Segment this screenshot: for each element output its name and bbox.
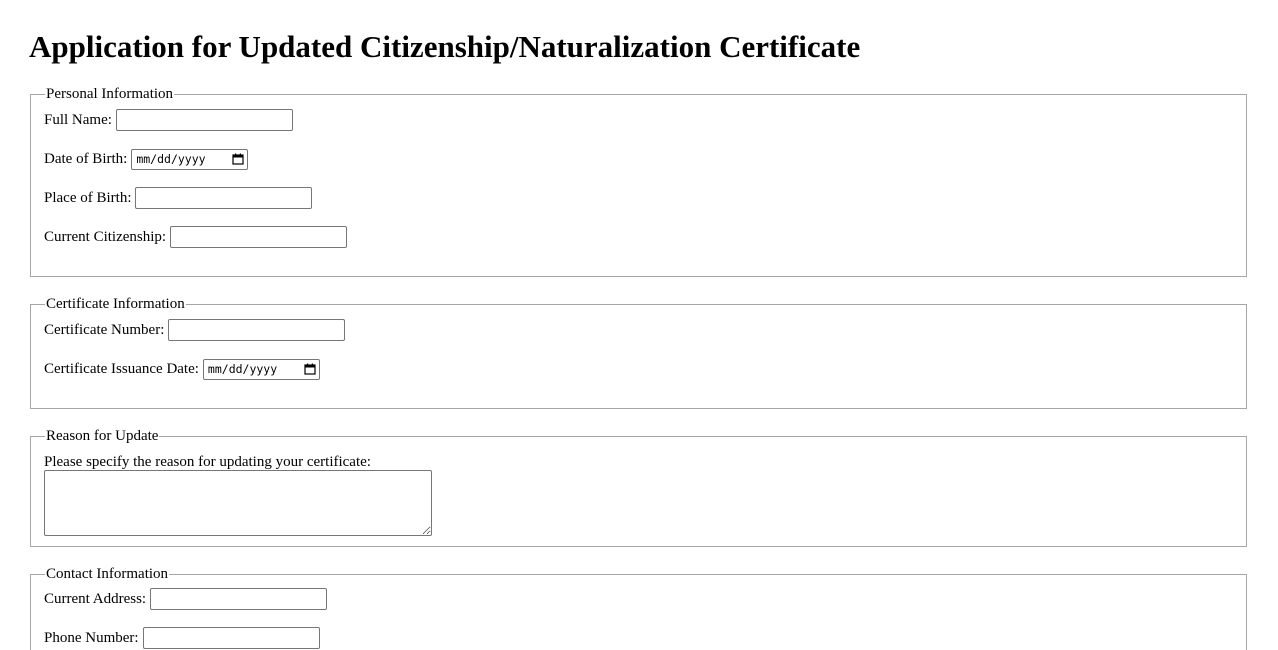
certificate-number-input[interactable] xyxy=(168,319,346,341)
current-address-input[interactable] xyxy=(150,588,328,610)
calendar-icon[interactable] xyxy=(232,153,244,165)
certificate-issuance-date-row: Certificate Issuance Date: mm/dd/yyyy xyxy=(44,358,320,380)
date-of-birth-row: Date of Birth: mm/dd/yyyy xyxy=(44,148,249,170)
current-address-row: Current Address: xyxy=(44,588,328,610)
phone-number-input[interactable] xyxy=(142,627,320,649)
certificate-issuance-date-value: mm/dd/yyyy xyxy=(207,362,278,376)
reason-for-update-legend: Reason for Update xyxy=(45,427,160,445)
calendar-icon[interactable] xyxy=(304,363,316,375)
certificate-issuance-date-label: Certificate Issuance Date: xyxy=(44,361,199,377)
reason-prompt-label: Please specify the reason for updating y… xyxy=(44,454,371,470)
date-of-birth-value: mm/dd/yyyy xyxy=(136,152,206,166)
reason-textarea[interactable] xyxy=(44,470,432,536)
full-name-label: Full Name: xyxy=(44,112,112,128)
certificate-information-fieldset: Certificate Information Certificate Numb… xyxy=(30,295,1247,409)
certificate-issuance-date-input[interactable]: mm/dd/yyyy xyxy=(202,358,320,380)
place-of-birth-input[interactable] xyxy=(135,187,313,209)
current-citizenship-label: Current Citizenship: xyxy=(44,229,167,245)
phone-number-label: Phone Number: xyxy=(44,630,139,646)
certificate-number-label: Certificate Number: xyxy=(44,322,165,338)
current-citizenship-row: Current Citizenship: xyxy=(44,226,348,248)
full-name-row: Full Name: xyxy=(44,109,293,131)
contact-information-legend: Contact Information xyxy=(45,565,170,583)
reason-for-update-fieldset: Reason for Update Please specify the rea… xyxy=(30,427,1247,547)
full-name-input[interactable] xyxy=(115,109,293,131)
certificate-information-legend: Certificate Information xyxy=(45,295,186,313)
certificate-number-row: Certificate Number: xyxy=(44,319,346,341)
contact-information-fieldset: Contact Information Current Address: Pho… xyxy=(30,565,1247,650)
date-of-birth-input[interactable]: mm/dd/yyyy xyxy=(131,148,249,170)
page-title: Application for Updated Citizenship/Natu… xyxy=(29,29,861,64)
phone-number-row: Phone Number: xyxy=(44,627,320,649)
place-of-birth-row: Place of Birth: xyxy=(44,187,313,209)
current-citizenship-input[interactable] xyxy=(170,226,348,248)
personal-information-fieldset: Personal Information Full Name: Date of … xyxy=(30,85,1247,277)
personal-information-legend: Personal Information xyxy=(45,85,175,103)
date-of-birth-label: Date of Birth: xyxy=(44,151,128,167)
place-of-birth-label: Place of Birth: xyxy=(44,190,132,206)
application-page: Application for Updated Citizenship/Natu… xyxy=(0,0,1278,650)
current-address-label: Current Address: xyxy=(44,591,147,607)
